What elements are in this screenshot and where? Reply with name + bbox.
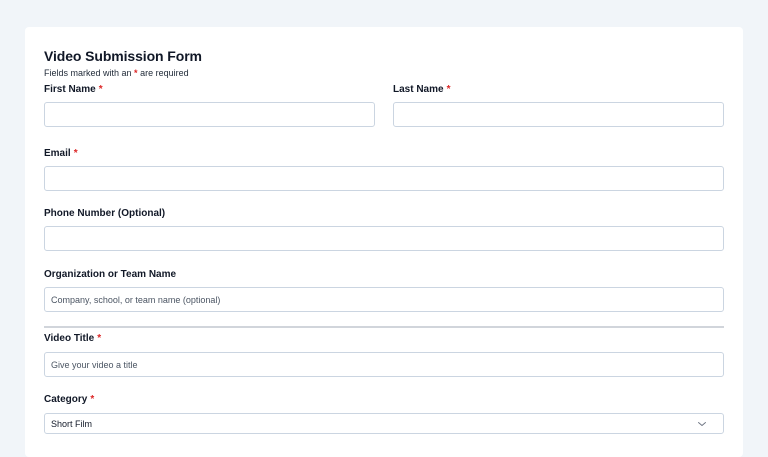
- first-name-label-text: First Name: [44, 84, 96, 95]
- last-name-label: Last Name *: [393, 84, 450, 95]
- first-name-label: First Name *: [44, 84, 103, 95]
- phone-input[interactable]: [44, 226, 724, 251]
- required-note-suffix: are required: [137, 68, 189, 78]
- form-card: Video Submission Form Fields marked with…: [25, 27, 743, 457]
- phone-label-text: Phone Number (Optional): [44, 208, 166, 219]
- category-select[interactable]: Short Film: [44, 413, 724, 434]
- last-name-label-text: Last Name: [393, 84, 444, 95]
- category-label: Category *: [44, 394, 94, 405]
- form-title: Video Submission Form: [44, 48, 202, 64]
- video-title-label: Video Title *: [44, 333, 101, 344]
- required-star: *: [73, 148, 78, 159]
- video-title-label-text: Video Title: [44, 333, 95, 344]
- section-divider: [44, 326, 724, 328]
- email-input[interactable]: [44, 166, 724, 191]
- email-label: Email *: [44, 148, 78, 159]
- last-name-input[interactable]: [393, 102, 724, 127]
- organization-input[interactable]: [44, 287, 724, 312]
- required-star: *: [97, 333, 102, 344]
- first-name-input[interactable]: [44, 102, 375, 127]
- required-star: *: [446, 84, 451, 95]
- required-star: *: [98, 84, 103, 95]
- email-label-text: Email: [44, 148, 71, 159]
- category-selected-value: Short Film: [51, 418, 93, 429]
- video-title-input[interactable]: [44, 352, 724, 377]
- organization-label-text: Organization or Team Name: [44, 269, 177, 280]
- required-star: *: [90, 394, 95, 405]
- organization-label: Organization or Team Name: [44, 269, 176, 280]
- chevron-down-icon: [698, 422, 706, 426]
- required-note: Fields marked with an * are required: [44, 68, 189, 78]
- category-label-text: Category: [44, 394, 88, 405]
- phone-label: Phone Number (Optional): [44, 208, 165, 219]
- required-note-prefix: Fields marked with an: [44, 68, 135, 78]
